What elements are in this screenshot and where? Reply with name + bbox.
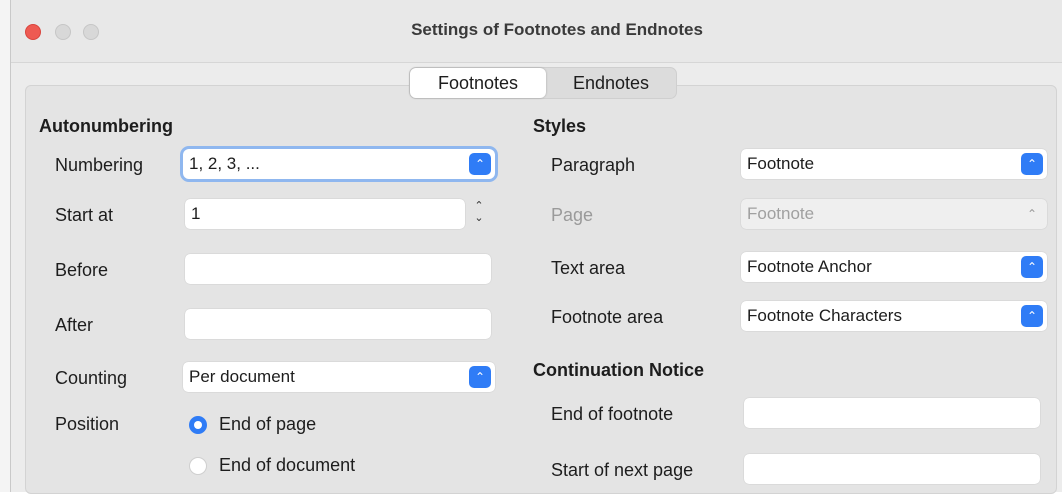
end-of-page-radio[interactable] (189, 416, 207, 434)
up-down-chevron-icon: ⌃ (1021, 305, 1043, 327)
up-down-chevron-icon: ⌃ (1021, 153, 1043, 175)
footnote-area-select[interactable]: Footnote Characters ⌃ (741, 301, 1047, 331)
continuation-notice-heading: Continuation Notice (533, 360, 704, 380)
up-down-chevron-icon: ⌃ (1021, 256, 1043, 278)
up-down-chevron-icon: ⌃ (1026, 207, 1038, 221)
title-bar: Settings of Footnotes and Endnotes (11, 0, 1062, 63)
counting-label: Counting (55, 368, 128, 388)
after-input[interactable] (185, 309, 491, 339)
tab-endnotes[interactable]: Endnotes (546, 68, 676, 98)
after-label: After (55, 315, 94, 335)
dialog-window: Settings of Footnotes and Endnotes Footn… (10, 0, 1062, 494)
text-area-select[interactable]: Footnote Anchor ⌃ (741, 252, 1047, 282)
numbering-select[interactable]: 1, 2, 3, ... ⌃ (183, 149, 495, 179)
page-value: Footnote (747, 204, 815, 223)
counting-select[interactable]: Per document ⌃ (183, 362, 495, 392)
end-of-footnote-label: End of footnote (551, 404, 674, 424)
page-select: Footnote ⌃ (741, 199, 1047, 229)
paragraph-label: Paragraph (551, 155, 636, 175)
footnote-area-value: Footnote Characters (747, 306, 902, 325)
start-at-spin-arrows-icon[interactable]: ⌃ ⌄ (469, 200, 489, 226)
paragraph-select[interactable]: Footnote ⌃ (741, 149, 1047, 179)
end-of-document-radio[interactable] (189, 457, 207, 475)
tab-bar: Footnotes Endnotes (409, 67, 677, 99)
position-label: Position (55, 414, 120, 434)
up-down-chevron-icon: ⌃ (469, 153, 491, 175)
settings-panel (25, 85, 1057, 494)
start-of-next-page-input[interactable] (744, 454, 1040, 484)
styles-heading: Styles (533, 116, 587, 136)
tab-footnotes[interactable]: Footnotes (410, 68, 546, 98)
window-title: Settings of Footnotes and Endnotes (411, 20, 703, 39)
text-area-label: Text area (551, 258, 626, 278)
start-at-label: Start at (55, 205, 114, 225)
start-at-input[interactable]: 1 (185, 199, 465, 229)
autonumbering-heading: Autonumbering (39, 116, 173, 136)
before-label: Before (55, 260, 109, 280)
end-of-footnote-input[interactable] (744, 398, 1040, 428)
up-down-chevron-icon: ⌃ (469, 366, 491, 388)
start-at-value: 1 (191, 204, 201, 223)
before-input[interactable] (185, 254, 491, 284)
text-area-value: Footnote Anchor (747, 257, 872, 276)
end-of-document-label[interactable]: End of document (219, 455, 355, 476)
counting-value: Per document (189, 367, 295, 386)
numbering-value: 1, 2, 3, ... (189, 154, 260, 173)
numbering-label: Numbering (55, 155, 144, 175)
footnote-area-label: Footnote area (551, 307, 664, 327)
page-label: Page (551, 205, 594, 225)
end-of-page-label[interactable]: End of page (219, 414, 316, 435)
start-of-next-page-label: Start of next page (551, 460, 694, 480)
background-window-edge (0, 0, 10, 492)
paragraph-value: Footnote (747, 154, 815, 173)
